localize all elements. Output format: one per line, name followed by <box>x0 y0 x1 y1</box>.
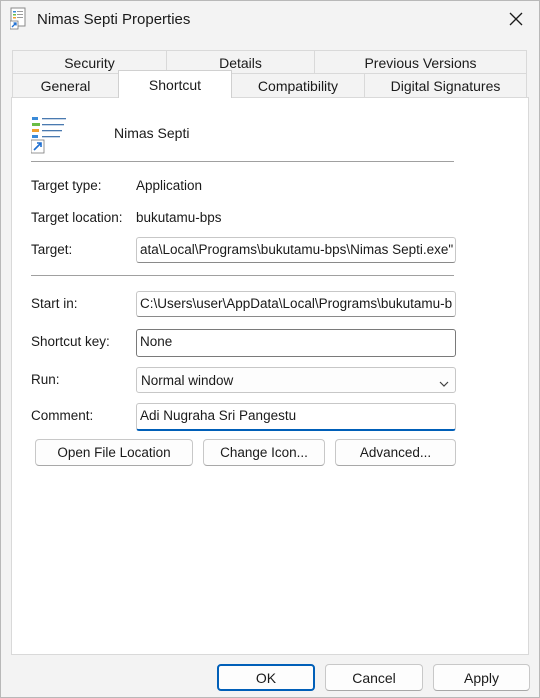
advanced-button[interactable]: Advanced... <box>335 439 456 466</box>
apply-button[interactable]: Apply <box>433 664 530 691</box>
app-logo-icon <box>30 114 71 154</box>
cancel-button[interactable]: Cancel <box>325 664 423 691</box>
tab-previous-versions[interactable]: Previous Versions <box>314 50 527 74</box>
tab-general[interactable]: General <box>12 73 119 97</box>
chevron-down-icon <box>439 376 449 387</box>
run-select[interactable]: Normal window <box>136 367 456 393</box>
shortcut-document-icon <box>9 7 30 31</box>
tab-shortcut[interactable]: Shortcut <box>118 70 232 98</box>
start-in-field[interactable]: C:\Users\user\AppData\Local\Programs\buk… <box>136 291 456 317</box>
target-label: Target: <box>31 242 73 257</box>
title-bar: Nimas Septi Properties <box>1 1 539 41</box>
open-file-location-button[interactable]: Open File Location <box>35 439 193 466</box>
target-type-label: Target type: <box>31 178 102 193</box>
close-button[interactable] <box>493 1 539 39</box>
divider <box>31 161 454 162</box>
run-label: Run: <box>31 372 60 387</box>
tab-digital-signatures[interactable]: Digital Signatures <box>364 73 527 97</box>
shortcut-key-field[interactable]: None <box>136 329 456 357</box>
close-icon <box>509 12 523 29</box>
divider <box>31 275 454 276</box>
run-select-value: Normal window <box>141 373 234 388</box>
comment-label: Comment: <box>31 408 94 423</box>
comment-field[interactable]: Adi Nugraha Sri Pangestu <box>136 403 456 431</box>
target-type-value: Application <box>136 178 203 193</box>
ok-button[interactable]: OK <box>217 664 315 691</box>
target-location-label: Target location: <box>31 210 123 225</box>
shortcut-name: Nimas Septi <box>114 125 190 141</box>
properties-dialog: Nimas Septi Properties Security Details … <box>0 0 540 698</box>
shortcut-panel: Nimas Septi Target type: Application Tar… <box>11 97 529 655</box>
start-in-label: Start in: <box>31 296 78 311</box>
tab-compatibility[interactable]: Compatibility <box>231 73 365 97</box>
shortcut-key-label: Shortcut key: <box>31 334 110 349</box>
change-icon-button[interactable]: Change Icon... <box>203 439 325 466</box>
window-title: Nimas Septi Properties <box>37 11 191 28</box>
target-location-value: bukutamu-bps <box>136 210 222 225</box>
target-field[interactable]: ata\Local\Programs\bukutamu-bps\Nimas Se… <box>136 237 456 263</box>
